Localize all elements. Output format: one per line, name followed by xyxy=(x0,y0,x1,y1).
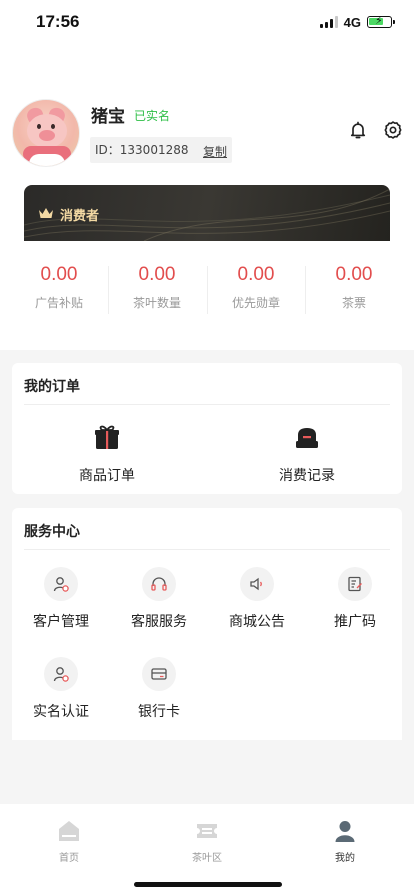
service-label: 客服服务 xyxy=(131,614,187,630)
customer-management-button[interactable]: 客户管理 xyxy=(12,567,110,631)
stat-ad-subsidy[interactable]: 0.00 广告补贴 xyxy=(10,262,108,318)
promo-code-icon xyxy=(348,576,362,592)
gift-icon xyxy=(95,425,119,449)
stat-label: 广告补贴 xyxy=(34,296,83,310)
stat-label: 茶票 xyxy=(341,296,366,310)
bank-card-icon xyxy=(151,668,167,680)
network-type: 4G xyxy=(343,14,361,30)
tab-label: 首页 xyxy=(59,853,79,864)
copy-id-button[interactable]: 复制 xyxy=(203,143,227,160)
gear-icon[interactable] xyxy=(383,120,403,140)
stat-value: 0.00 xyxy=(40,264,78,285)
status-time: 17:56 xyxy=(36,12,80,31)
verified-badge: 已实名 xyxy=(134,109,171,123)
member-card[interactable]: 消费者 xyxy=(24,185,390,241)
status-indicators: 4G ⚡ xyxy=(319,14,395,30)
customer-service-button[interactable]: 客服服务 xyxy=(110,567,208,631)
product-orders-button[interactable]: 商品订单 xyxy=(32,423,182,485)
avatar[interactable] xyxy=(12,99,80,167)
signal-icon xyxy=(319,16,338,28)
verify-user-icon xyxy=(53,667,69,682)
real-name-verification-button[interactable]: 实名认证 xyxy=(12,657,110,721)
stat-priority-medal[interactable]: 0.00 优先勋章 xyxy=(207,262,305,318)
services-card: 服务中心 客户管理 客服服务 商城公告 推广码 实名认证 银行卡 xyxy=(12,508,402,740)
crown-icon xyxy=(39,208,53,218)
service-label: 推广码 xyxy=(334,614,376,630)
divider xyxy=(24,404,390,405)
service-label: 银行卡 xyxy=(138,704,180,720)
stat-value: 0.00 xyxy=(335,264,373,285)
stat-value: 0.00 xyxy=(138,264,176,285)
stat-label: 茶叶数量 xyxy=(132,296,181,310)
bank-card-button[interactable]: 银行卡 xyxy=(110,657,208,721)
user-icon xyxy=(335,821,355,842)
status-bar: 17:56 4G ⚡ xyxy=(0,0,414,44)
customer-icon xyxy=(53,577,69,592)
service-label: 实名认证 xyxy=(33,704,89,720)
services-title: 服务中心 xyxy=(24,524,80,540)
divider xyxy=(24,549,390,550)
speaker-icon xyxy=(250,577,262,591)
service-label: 客户管理 xyxy=(33,614,89,630)
promo-code-button[interactable]: 推广码 xyxy=(306,567,404,631)
headset-icon xyxy=(151,577,167,591)
home-indicator[interactable] xyxy=(134,882,282,887)
ticket-icon xyxy=(197,824,217,838)
record-icon xyxy=(296,428,318,448)
tab-mine[interactable]: 我的 xyxy=(305,820,385,864)
stat-label: 优先勋章 xyxy=(231,296,280,310)
stat-tea-amount[interactable]: 0.00 茶叶数量 xyxy=(108,262,206,318)
bell-icon[interactable] xyxy=(348,120,368,140)
service-label: 商城公告 xyxy=(229,614,285,630)
consumption-records-button[interactable]: 消费记录 xyxy=(232,423,382,485)
stat-value: 0.00 xyxy=(237,264,275,285)
stat-tea-ticket[interactable]: 0.00 茶票 xyxy=(305,262,403,318)
order-item-label: 消费记录 xyxy=(279,468,335,484)
username: 猪宝 xyxy=(91,107,125,127)
order-item-label: 商品订单 xyxy=(79,468,135,484)
stats-row: 0.00 广告补贴 0.00 茶叶数量 0.00 优先勋章 0.00 茶票 xyxy=(10,262,404,318)
home-icon xyxy=(59,821,79,841)
tab-label: 茶叶区 xyxy=(192,853,222,864)
member-level: 消费者 xyxy=(60,209,100,224)
tab-home[interactable]: 首页 xyxy=(29,820,109,864)
mall-announcement-button[interactable]: 商城公告 xyxy=(208,567,306,631)
tab-tea-zone[interactable]: 茶叶区 xyxy=(167,820,247,864)
orders-card: 我的订单 商品订单 消费记录 xyxy=(12,363,402,494)
orders-title: 我的订单 xyxy=(24,379,80,395)
battery-icon: ⚡ xyxy=(367,14,395,28)
tab-label: 我的 xyxy=(335,853,355,864)
